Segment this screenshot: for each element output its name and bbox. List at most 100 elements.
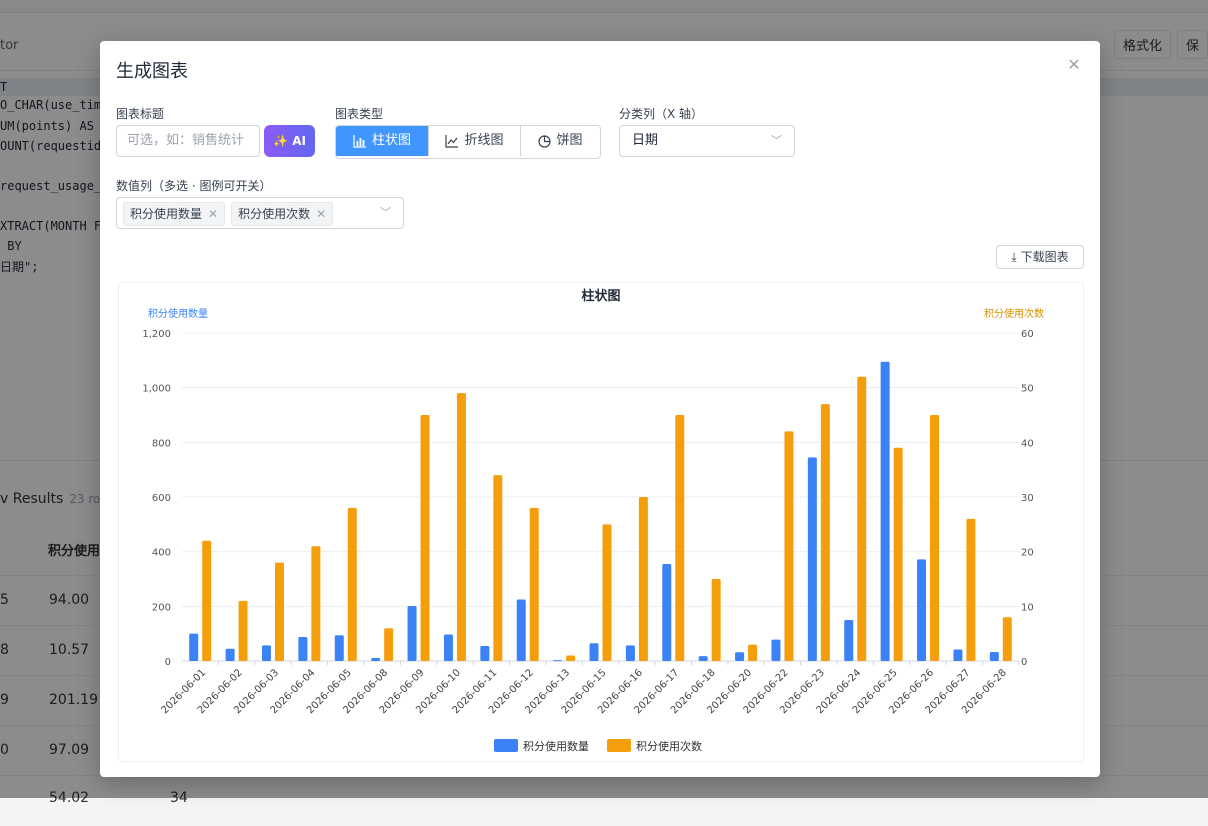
bar-count <box>930 415 940 661</box>
bar-count <box>456 393 466 661</box>
chart-type-pie[interactable]: 饼图 <box>520 126 600 156</box>
chart-type-line[interactable]: 折线图 <box>428 126 520 156</box>
tag-close-icon[interactable]: ✕ <box>208 207 218 221</box>
value-tag-label: 积分使用数量 <box>130 207 203 221</box>
chart-title: 柱状图 <box>581 288 620 304</box>
bar-count <box>711 579 721 661</box>
bar-quantity <box>516 599 526 661</box>
ai-button[interactable]: ✨ AI <box>264 125 315 157</box>
y-tick-left: 600 <box>152 493 171 504</box>
y-tick-right: 50 <box>1021 384 1034 395</box>
bar-count <box>311 546 321 661</box>
y-tick-left: 200 <box>152 602 171 613</box>
bar-quantity <box>589 643 599 661</box>
bar-chart-icon <box>353 134 366 148</box>
bar-quantity <box>917 559 927 661</box>
bar-quantity <box>443 634 453 661</box>
chart-type-bar[interactable]: 柱状图 <box>336 126 428 156</box>
bar-count <box>566 655 576 661</box>
legend-swatch-quantity <box>494 739 518 752</box>
bar-count <box>675 415 685 661</box>
y-tick-left: 0 <box>165 657 171 668</box>
legend-label-quantity: 积分使用数量 <box>523 740 589 753</box>
bar-count <box>784 431 794 661</box>
value-tag: 积分使用数量 ✕ <box>123 202 226 226</box>
bar-count <box>602 524 612 661</box>
chevron-down-icon: ﹀ <box>380 206 391 219</box>
bar-count <box>420 415 430 661</box>
value-tag-label: 积分使用次数 <box>238 207 311 221</box>
bar-quantity <box>407 606 417 661</box>
y-axis-left-label: 积分使用数量 <box>148 307 208 320</box>
bar-count <box>529 507 539 661</box>
bar-quantity <box>880 361 890 661</box>
bar-count <box>893 447 903 661</box>
chart-type-pie-label: 饼图 <box>556 133 583 148</box>
bar-count <box>966 518 976 661</box>
bar-chart: 柱状图积分使用数量 积分使用次数0 0200 10400 20600 30800 401,0… <box>142 288 1044 753</box>
bar-quantity <box>225 648 235 661</box>
y-tick-right: 60 <box>1021 329 1034 340</box>
bar-count <box>857 376 867 661</box>
chart-title-label: 图表标题 <box>116 107 165 121</box>
bar-quantity <box>844 620 854 661</box>
value-tag: 积分使用次数 ✕ <box>231 202 334 226</box>
bar-quantity <box>625 645 635 661</box>
bar-count <box>748 644 758 661</box>
chart-type-bar-label: 柱状图 <box>371 133 411 148</box>
bar-quantity <box>334 635 344 661</box>
bar-count <box>638 497 648 661</box>
bar-quantity <box>189 633 199 661</box>
bar-quantity <box>298 636 308 661</box>
chart-title-input[interactable]: 可选，如：销售统计 <box>116 125 260 157</box>
tag-close-icon[interactable]: ✕ <box>316 207 326 221</box>
modal-title: 生成图表 <box>116 61 188 82</box>
bar-count <box>238 600 248 661</box>
download-icon: ⤓ <box>1011 250 1017 264</box>
bar-quantity <box>553 660 563 662</box>
y-tick-left: 400 <box>152 548 171 559</box>
category-column-select[interactable]: 日期 ﹀ <box>619 125 795 157</box>
value-column-select[interactable]: 积分使用数量 ✕ 积分使用次数 ✕ ﹀ <box>116 197 404 229</box>
y-tick-right: 20 <box>1021 548 1034 559</box>
chevron-down-icon: ﹀ <box>771 134 782 147</box>
line-chart-icon <box>445 134 459 148</box>
chart-container: 柱状图 积分使用数量 积分使用次数 0 0 200 10 400 20 600 30 800 40 1,0… <box>118 282 1084 762</box>
y-tick-right: 0 <box>1021 657 1027 668</box>
bar-quantity <box>371 657 381 661</box>
bar-count <box>1002 617 1012 661</box>
y-tick-right: 40 <box>1021 438 1034 449</box>
bar-count <box>274 562 284 661</box>
y-tick-right: 30 <box>1021 493 1034 504</box>
bar-count <box>493 475 503 661</box>
bar-quantity <box>662 563 672 661</box>
download-chart-button[interactable]: ⤓ 下载图表 <box>996 245 1084 269</box>
bar-quantity <box>735 652 745 661</box>
bar-quantity <box>698 656 708 661</box>
legend-swatch-count <box>607 739 631 752</box>
chart-type-line-label: 折线图 <box>464 133 504 148</box>
value-column-label: 数值列（多选 · 图例可开关） <box>116 179 272 193</box>
bar-quantity <box>261 645 271 661</box>
download-chart-label: 下载图表 <box>1020 250 1069 264</box>
bar-count <box>820 404 830 661</box>
bar-count <box>347 507 357 661</box>
category-column-value: 日期 <box>632 133 659 148</box>
pie-chart-icon <box>538 134 552 148</box>
chart-type-label: 图表类型 <box>335 107 384 121</box>
generate-chart-modal: 生成图表 ✕ 图表标题 可选，如：销售统计 ✨ AI 图表类型 柱状图 折线图 … <box>100 41 1100 777</box>
bar-quantity <box>480 645 490 661</box>
chart-type-selector: 柱状图 折线图 饼图 <box>335 125 601 159</box>
category-column-label: 分类列（X 轴） <box>619 107 704 121</box>
bar-quantity <box>771 639 781 661</box>
y-tick-left: 1,000 <box>142 384 171 395</box>
bar-quantity <box>807 457 817 661</box>
close-icon[interactable]: ✕ <box>1064 55 1084 75</box>
y-tick-right: 10 <box>1021 602 1034 613</box>
bar-quantity <box>989 651 999 661</box>
bar-count <box>202 540 212 661</box>
y-tick-left: 1,200 <box>142 329 171 340</box>
bar-count <box>384 628 394 661</box>
legend-label-count: 积分使用次数 <box>636 739 702 753</box>
y-axis-right-label: 积分使用次数 <box>984 307 1044 320</box>
